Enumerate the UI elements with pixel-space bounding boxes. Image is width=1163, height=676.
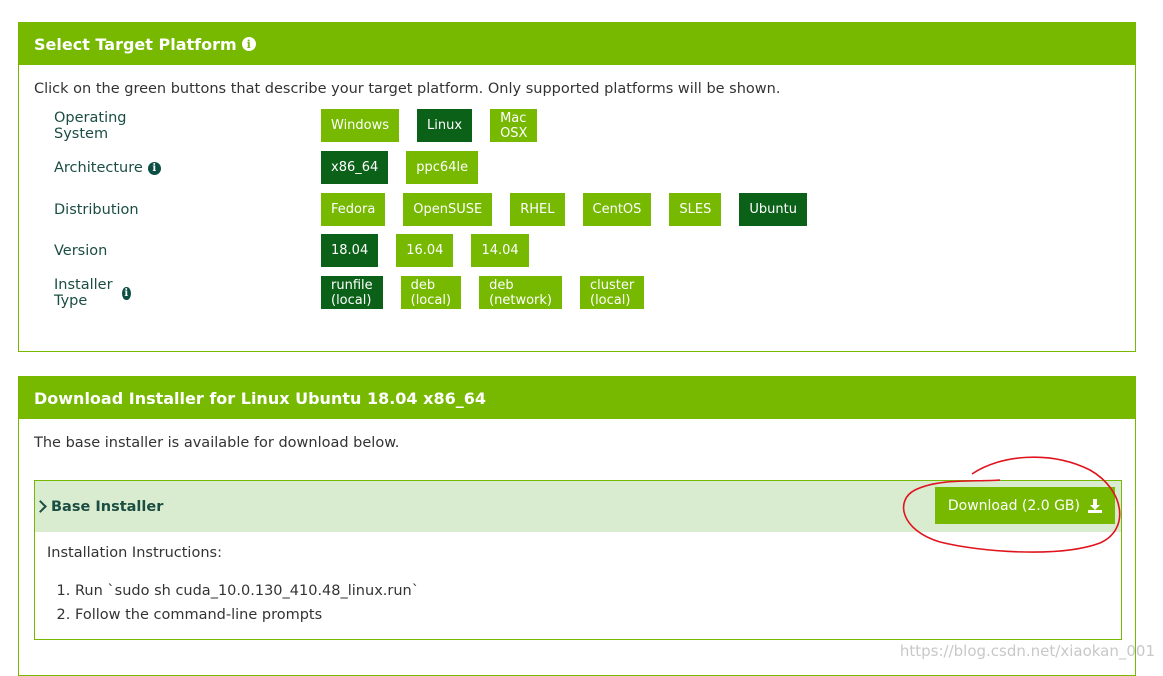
option-buttons: runfile (local) deb (local) deb (network) c… <box>321 276 662 309</box>
option-button[interactable]: 14.04 <box>471 234 529 267</box>
option-button[interactable]: 16.04 <box>396 234 454 267</box>
platform-row-label: Operating System <box>54 109 127 143</box>
option-button[interactable]: SLES <box>669 193 722 226</box>
option-button[interactable]: CentOS <box>582 193 652 226</box>
option-button[interactable]: x86_64 <box>321 151 389 184</box>
option-button[interactable]: 18.04 <box>321 234 379 267</box>
row-label-text: Distribution <box>54 202 139 218</box>
option-button[interactable]: ppc64le <box>406 151 479 184</box>
option-button[interactable]: runfile (local) <box>321 276 383 309</box>
instruction-step: Follow the command-line prompts <box>75 603 419 627</box>
option-button[interactable]: deb (network) <box>479 276 562 309</box>
download-panel: Download Installer for Linux Ubuntu 18.0… <box>18 376 1136 676</box>
chevron-right-icon <box>34 500 47 513</box>
option-button[interactable]: Linux <box>417 109 473 142</box>
option-buttons: x86_64 ppc64le <box>321 151 496 184</box>
option-button[interactable]: Ubuntu <box>739 193 807 226</box>
platform-row-label: Architecture i <box>54 151 161 185</box>
option-button[interactable]: RHEL <box>510 193 565 226</box>
info-icon[interactable]: i <box>122 286 131 300</box>
option-buttons: Windows Linux Mac OSX <box>321 109 555 142</box>
base-installer-toggle[interactable]: Base Installer <box>34 498 164 515</box>
platform-row-label: Version <box>54 234 107 268</box>
select-platform-header: Select Target Platform i <box>19 23 1135 65</box>
download-title: Download Installer for Linux Ubuntu 18.0… <box>34 388 486 408</box>
option-button[interactable]: cluster (local) <box>580 276 645 309</box>
select-platform-panel: Select Target Platform i Click on the gr… <box>18 22 1136 352</box>
download-description: The base installer is available for down… <box>34 435 400 451</box>
watermark: https://blog.csdn.net/xiaokan_001 <box>899 642 1155 660</box>
row-label-text: Operating System <box>54 110 127 142</box>
platform-description: Click on the green buttons that describe… <box>34 81 781 97</box>
platform-row-label: Distribution <box>54 193 139 227</box>
platform-row-label: Installer Type i <box>54 276 131 310</box>
info-icon[interactable]: i <box>241 37 256 51</box>
instructions-title: Installation Instructions: <box>47 545 222 561</box>
base-installer-box: Base Installer Download (2.0 GB) Install… <box>34 480 1122 640</box>
option-button[interactable]: Windows <box>321 109 400 142</box>
base-installer-title: Base Installer <box>51 498 164 515</box>
option-buttons: Fedora OpenSUSE RHEL CentOS SLES Ubuntu <box>321 193 825 226</box>
option-buttons: 18.04 16.04 14.04 <box>321 234 547 267</box>
option-button[interactable]: OpenSUSE <box>403 193 493 226</box>
download-header: Download Installer for Linux Ubuntu 18.0… <box>19 377 1135 419</box>
row-label-text: Installer Type <box>54 277 113 309</box>
option-button[interactable]: deb (local) <box>400 276 462 309</box>
select-platform-title: Select Target Platform <box>34 34 237 54</box>
instruction-step: Run `sudo sh cuda_10.0.130_410.48_linux.… <box>75 579 419 603</box>
option-button[interactable]: Mac OSX <box>490 109 538 142</box>
row-label-text: Architecture <box>54 160 143 176</box>
info-icon[interactable]: i <box>147 161 161 175</box>
download-icon <box>1088 498 1102 513</box>
instruction-steps: Run `sudo sh cuda_10.0.130_410.48_linux.… <box>47 579 419 627</box>
option-button[interactable]: Fedora <box>321 193 386 226</box>
download-button[interactable]: Download (2.0 GB) <box>934 487 1115 524</box>
base-installer-header[interactable]: Base Installer Download (2.0 GB) <box>34 481 1121 532</box>
row-label-text: Version <box>54 243 108 259</box>
download-button-label: Download (2.0 GB) <box>947 497 1080 514</box>
